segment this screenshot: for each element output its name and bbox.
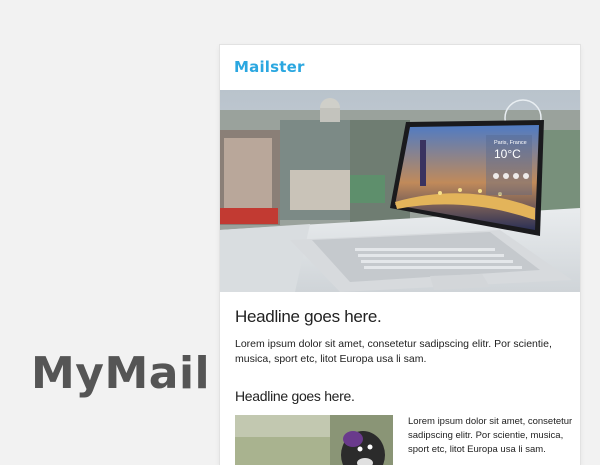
email-header: Mailster (220, 45, 580, 90)
article-photo (235, 415, 393, 465)
email-preview-card: Mailster Paris, France 10°C Headline goe… (220, 45, 580, 465)
hero-image: Paris, France 10°C (220, 90, 580, 292)
mailster-logo: Mailster (234, 58, 305, 76)
intro-paragraph: Lorem ipsum dolor sit amet, consetetur s… (235, 338, 552, 365)
mymail-wordmark: MyMail (31, 348, 211, 399)
headline-secondary: Headline goes here. (235, 388, 355, 404)
screen-city-label: Paris, France (494, 140, 527, 146)
headline-primary: Headline goes here. (235, 307, 382, 326)
hero-laptop-photo: Paris, France 10°C (220, 90, 580, 292)
article-paragraph: Lorem ipsum dolor sit amet, consetetur s… (408, 416, 573, 455)
screen-temp-label: 10°C (494, 147, 521, 161)
dog-photo (235, 415, 393, 465)
